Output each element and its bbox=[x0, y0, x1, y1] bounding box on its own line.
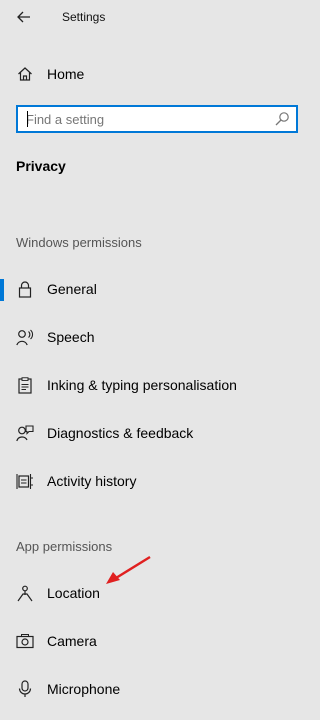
microphone-icon bbox=[16, 680, 34, 698]
nav-item-label: Inking & typing personalisation bbox=[47, 377, 237, 393]
nav-item-activity-history[interactable]: Activity history bbox=[0, 461, 320, 501]
app-permissions-heading: App permissions bbox=[16, 539, 113, 554]
activity-history-icon bbox=[16, 472, 34, 490]
nav-item-diagnostics-feedback[interactable]: Diagnostics & feedback bbox=[0, 413, 320, 453]
title-bar: Settings bbox=[0, 0, 320, 34]
window-title: Settings bbox=[62, 10, 106, 24]
nav-item-location[interactable]: Location bbox=[0, 573, 320, 613]
nav-item-label: General bbox=[47, 281, 97, 297]
nav-item-inking-typing[interactable]: Inking & typing personalisation bbox=[0, 365, 320, 405]
page-title: Privacy bbox=[16, 158, 66, 174]
nav-item-label: Camera bbox=[47, 633, 97, 649]
nav-item-label: Diagnostics & feedback bbox=[47, 425, 194, 441]
nav-item-label: Location bbox=[47, 585, 100, 601]
active-indicator bbox=[0, 279, 4, 301]
inking-icon bbox=[16, 376, 34, 394]
lock-icon bbox=[16, 280, 34, 298]
text-cursor bbox=[27, 111, 28, 127]
feedback-icon bbox=[16, 424, 34, 442]
home-label: Home bbox=[47, 66, 85, 82]
search-box[interactable] bbox=[16, 105, 298, 133]
location-icon bbox=[16, 584, 34, 602]
nav-item-label: Speech bbox=[47, 329, 95, 345]
windows-permissions-heading: Windows permissions bbox=[16, 235, 142, 250]
search-icon[interactable] bbox=[274, 111, 290, 127]
back-arrow-icon bbox=[17, 11, 30, 23]
nav-item-label: Activity history bbox=[47, 473, 137, 489]
speech-icon bbox=[16, 328, 34, 346]
home-icon bbox=[16, 65, 34, 83]
search-input[interactable] bbox=[26, 107, 276, 131]
annotation-arrow bbox=[106, 555, 151, 584]
nav-item-microphone[interactable]: Microphone bbox=[0, 669, 320, 709]
camera-icon bbox=[16, 632, 34, 650]
home-nav-item[interactable]: Home bbox=[0, 58, 320, 90]
nav-item-general[interactable]: General bbox=[0, 269, 320, 309]
nav-item-camera[interactable]: Camera bbox=[0, 621, 320, 661]
nav-item-label: Microphone bbox=[47, 681, 121, 697]
nav-item-speech[interactable]: Speech bbox=[0, 317, 320, 357]
back-button[interactable] bbox=[10, 4, 38, 30]
